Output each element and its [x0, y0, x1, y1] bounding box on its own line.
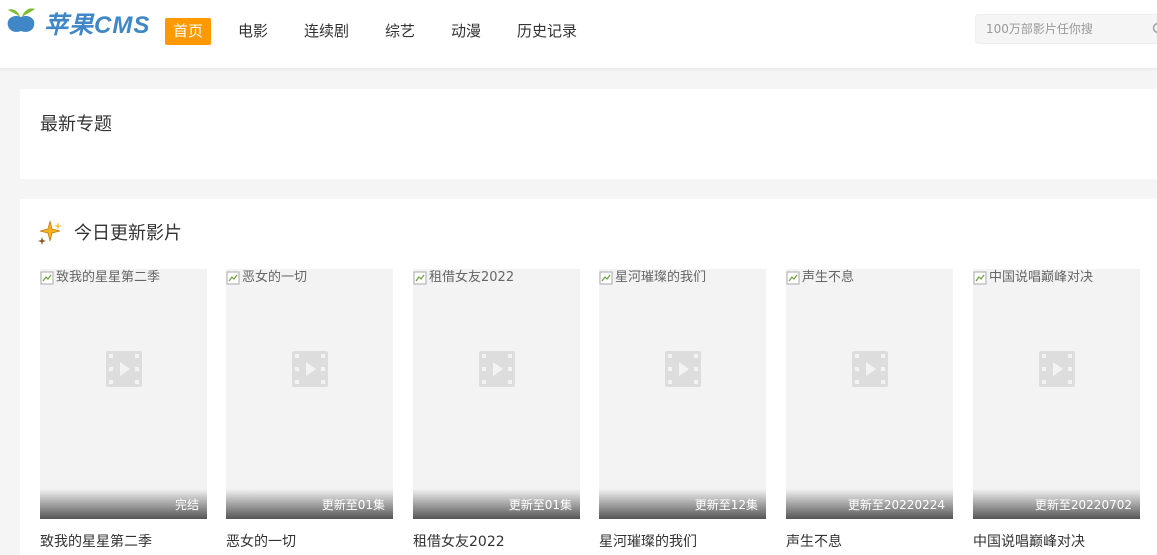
broken-image-icon [786, 271, 800, 285]
status-badge: 更新至20220224 [847, 498, 945, 512]
film-placeholder-icon [106, 351, 142, 387]
movie-poster[interactable]: 恶女的一切 更新至01集 [226, 269, 393, 519]
status-badge: 更新至01集 [508, 498, 572, 512]
broken-image-icon [973, 271, 987, 285]
movie-title[interactable]: 恶女的一切 [226, 531, 296, 551]
status-badge: 更新至12集 [694, 498, 758, 512]
film-placeholder-icon [852, 351, 888, 387]
poster-alt-text: 声生不息 [786, 269, 854, 287]
search-input[interactable] [976, 15, 1146, 43]
topics-panel: 最新专题 [20, 89, 1157, 179]
broken-image-icon [599, 271, 613, 285]
poster-alt-text: 致我的星星第二季 [40, 269, 160, 287]
movie-poster[interactable]: 声生不息 更新至20220224 [786, 269, 953, 519]
nav-history[interactable]: 历史记录 [517, 18, 577, 45]
logo-text: 苹果CMS [44, 12, 151, 39]
status-badge: 完结 [174, 498, 199, 512]
film-placeholder-icon [1039, 351, 1075, 387]
today-panel: 今日更新影片 致我的星星第二季 完结 致我的星星第二季 恶女的一切 更新至01集… [20, 199, 1157, 555]
poster-alt-text: 星河璀璨的我们 [599, 269, 706, 287]
poster-alt-text: 恶女的一切 [226, 269, 307, 287]
sparkle-icon [38, 220, 62, 245]
film-placeholder-icon [665, 351, 701, 387]
nav-variety[interactable]: 综艺 [385, 18, 415, 45]
poster-alt-text: 中国说唱巅峰对决 [973, 269, 1093, 287]
apple-logo-icon [7, 8, 35, 32]
movie-poster[interactable]: 致我的星星第二季 完结 [40, 269, 207, 519]
site-header: 苹果CMS 首页 电影 连续剧 综艺 动漫 历史记录 [0, 0, 1157, 69]
movie-poster[interactable]: 星河璀璨的我们 更新至12集 [599, 269, 766, 519]
search-box [975, 14, 1157, 44]
status-badge: 更新至01集 [321, 498, 385, 512]
movie-title[interactable]: 致我的星星第二季 [40, 531, 152, 551]
status-badge: 更新至20220702 [1034, 498, 1132, 512]
broken-image-icon [413, 271, 427, 285]
broken-image-icon [40, 271, 54, 285]
film-placeholder-icon [292, 351, 328, 387]
movie-title[interactable]: 中国说唱巅峰对决 [973, 531, 1085, 551]
movie-poster[interactable]: 租借女友2022 更新至01集 [413, 269, 580, 519]
nav-home[interactable]: 首页 [165, 18, 212, 45]
nav-movies[interactable]: 电影 [238, 18, 268, 45]
today-title: 今日更新影片 [74, 223, 182, 244]
film-placeholder-icon [479, 351, 515, 387]
movie-title[interactable]: 星河璀璨的我们 [599, 531, 697, 551]
movie-title[interactable]: 声生不息 [786, 531, 842, 551]
search-icon[interactable] [1152, 22, 1157, 36]
movie-title[interactable]: 租借女友2022 [413, 531, 505, 551]
nav-anime[interactable]: 动漫 [451, 18, 481, 45]
nav-series[interactable]: 连续剧 [304, 18, 349, 45]
broken-image-icon [226, 271, 240, 285]
site-logo[interactable]: 苹果CMS [4, 4, 160, 39]
movie-poster[interactable]: 中国说唱巅峰对决 更新至20220702 [973, 269, 1140, 519]
poster-alt-text: 租借女友2022 [413, 269, 514, 287]
topics-title: 最新专题 [40, 114, 112, 135]
